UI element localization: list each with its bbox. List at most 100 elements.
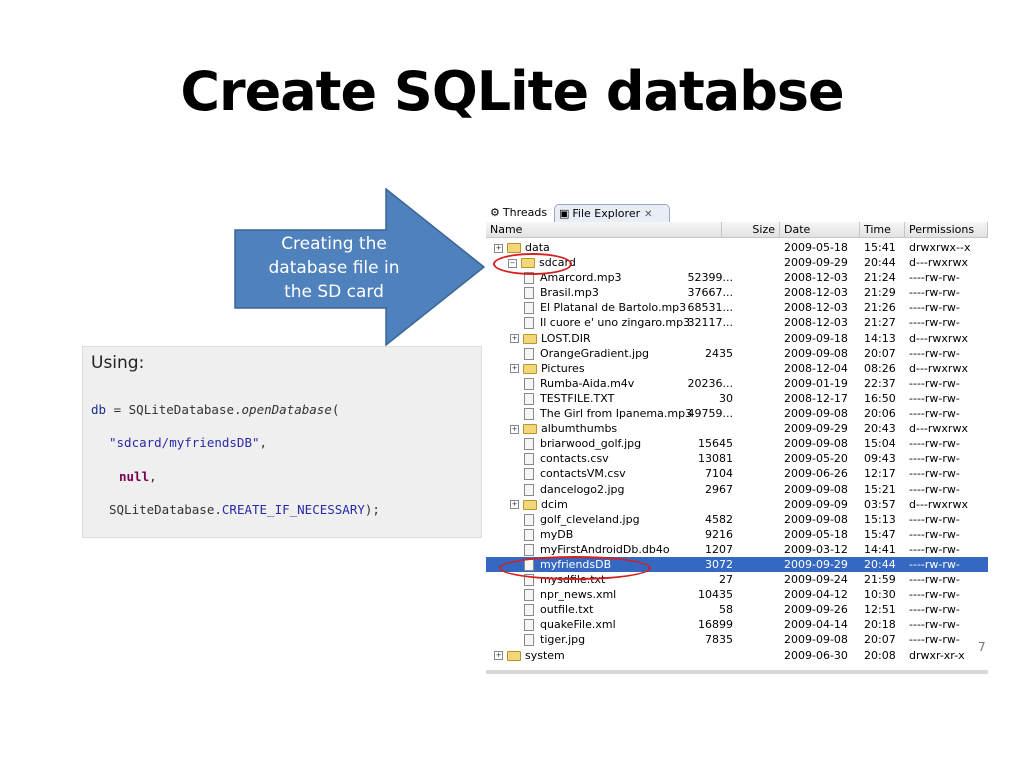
table-row[interactable]: outfile.txt 58 2009-09-26 12:51 ----rw-rw- xyxy=(486,602,988,617)
file-name: tiger.jpg xyxy=(540,633,586,647)
file-date: 2009-05-18 xyxy=(784,527,848,541)
table-row[interactable]: El Platanal de Bartolo.mp3 68531... 2008-1… xyxy=(486,300,988,315)
table-row[interactable]: Rumba-Aida.m4v 20236... 2009-01-19 22:37 ---… xyxy=(486,376,988,391)
expand-icon[interactable]: + xyxy=(510,364,519,374)
file-date: 2009-06-30 xyxy=(784,648,848,662)
file-name: contacts.csv xyxy=(540,452,609,466)
file-permissions: ----rw-rw- xyxy=(909,301,960,315)
file-date: 2009-04-12 xyxy=(784,588,848,602)
name-cell: El Platanal de Bartolo.mp3 xyxy=(524,300,686,315)
file-date: 2009-03-12 xyxy=(784,542,848,556)
file-size: 32117... xyxy=(687,316,733,330)
file-name: briarwood_golf.jpg xyxy=(540,437,642,451)
table-row[interactable]: myFirstAndroidDb.db4o 1207 2009-03-12 14:41… xyxy=(486,542,988,557)
file-permissions: ----rw-rw- xyxy=(909,618,960,632)
table-row[interactable]: npr_news.xml 10435 2009-04-12 10:30 ----rw-r… xyxy=(486,587,988,602)
file-icon xyxy=(524,513,534,526)
column-header-permissions[interactable]: Permissions xyxy=(905,222,988,238)
file-permissions: d---rwxrwx xyxy=(909,361,968,375)
file-size: 1207 xyxy=(705,542,733,556)
name-cell: quakeFile.xml xyxy=(524,617,616,632)
file-time: 21:27 xyxy=(864,316,896,330)
expand-icon[interactable]: + xyxy=(494,651,503,661)
file-date: 2009-05-18 xyxy=(784,241,848,254)
file-date: 2009-09-08 xyxy=(784,633,848,647)
expand-icon[interactable]: + xyxy=(494,243,503,253)
table-row[interactable]: myDB 9216 2009-05-18 15:47 ----rw-rw- xyxy=(486,527,988,542)
tab-threads[interactable]: ⚙ Threads xyxy=(490,204,547,222)
table-row[interactable]: The Girl from Ipanema.mp3 49759... 2009-09… xyxy=(486,406,988,421)
file-explorer-panel: ⚙ Threads ▣ File Explorer ✕ Name Size Date … xyxy=(486,202,988,674)
file-name: npr_news.xml xyxy=(540,588,617,602)
table-row[interactable]: quakeFile.xml 16899 2009-04-14 20:18 ----rw-… xyxy=(486,617,988,632)
file-time: 20:18 xyxy=(864,618,896,632)
file-permissions: ----rw-rw- xyxy=(909,316,960,330)
file-icon xyxy=(524,302,534,315)
table-row[interactable]: tiger.jpg 7835 2009-09-08 20:07 ----rw-rw- xyxy=(486,632,988,647)
tab-bar: ⚙ Threads ▣ File Explorer ✕ xyxy=(486,202,988,222)
column-header-date[interactable]: Date xyxy=(780,222,860,238)
file-permissions: ----rw-rw- xyxy=(909,286,960,300)
file-icon xyxy=(524,528,534,541)
table-row[interactable]: + dcim 2009-09-09 03:57 d---rwxrwx xyxy=(486,497,988,512)
table-row[interactable]: contacts.csv 13081 2009-05-20 09:43 ----rw-r… xyxy=(486,451,988,466)
table-row[interactable]: dancelogo2.jpg 2967 2009-09-08 15:21 ----rw-… xyxy=(486,482,988,497)
expand-icon[interactable]: + xyxy=(510,500,519,510)
file-icon xyxy=(524,377,534,390)
file-date: 2009-09-08 xyxy=(784,512,848,526)
table-row[interactable]: + system 2009-06-30 20:08 drwxr-xr-x xyxy=(486,648,988,663)
file-time: 20:07 xyxy=(864,346,896,360)
table-row[interactable]: contactsVM.csv 7104 2009-06-26 12:17 ----rw-… xyxy=(486,466,988,481)
tab-file-explorer[interactable]: ▣ File Explorer ✕ xyxy=(554,204,670,222)
file-date: 2009-09-18 xyxy=(784,331,848,345)
file-permissions: ----rw-rw- xyxy=(909,407,960,421)
file-date: 2009-09-29 xyxy=(784,422,848,436)
tab-file-explorer-label: File Explorer xyxy=(572,207,641,220)
close-icon[interactable]: ✕ xyxy=(644,209,652,220)
file-size: 30 xyxy=(719,391,733,405)
file-icon xyxy=(524,347,534,360)
name-cell: golf_cleveland.jpg xyxy=(524,512,640,527)
folder-icon xyxy=(523,424,537,435)
code-line-2: "sdcard/myfriendsDB", xyxy=(109,435,267,450)
file-size: 10435 xyxy=(698,588,733,602)
column-header-name[interactable]: Name xyxy=(486,222,722,238)
table-row[interactable]: TESTFILE.TXT 30 2008-12-17 16:50 ----rw-rw- xyxy=(486,391,988,406)
file-icon xyxy=(524,287,534,300)
file-name: golf_cleveland.jpg xyxy=(540,512,640,526)
column-header-time[interactable]: Time xyxy=(860,222,905,238)
table-row[interactable]: + albumthumbs 2009-09-29 20:43 d---rwxrwx xyxy=(486,421,988,436)
file-date: 2009-09-29 xyxy=(784,256,848,270)
table-row[interactable]: Brasil.mp3 37667... 2008-12-03 21:29 ----rw-… xyxy=(486,285,988,300)
table-row[interactable]: Amarcord.mp3 52399... 2008-12-03 21:24 ----r… xyxy=(486,270,988,285)
file-icon xyxy=(524,408,534,421)
file-date: 2009-09-09 xyxy=(784,497,848,511)
file-size: 2967 xyxy=(705,482,733,496)
column-header-size[interactable]: Size xyxy=(722,222,780,238)
table-row[interactable]: golf_cleveland.jpg 4582 2009-09-08 15:13 ---… xyxy=(486,512,988,527)
code-comma: , xyxy=(259,435,268,450)
file-name: system xyxy=(525,648,565,662)
table-row[interactable]: + Pictures 2008-12-04 08:26 d---rwxrwx xyxy=(486,361,988,376)
table-row[interactable]: Il cuore e' uno zingaro.mp3 32117... 2008-… xyxy=(486,315,988,330)
expand-icon[interactable]: + xyxy=(510,334,519,344)
file-size: 27 xyxy=(719,573,733,587)
file-icon xyxy=(524,634,534,647)
callout-line-2: database file in xyxy=(268,258,400,278)
file-icon xyxy=(524,483,534,496)
file-size: 7835 xyxy=(705,633,733,647)
file-permissions: ----rw-rw- xyxy=(909,573,960,587)
file-size: 15645 xyxy=(698,437,733,451)
table-row[interactable]: OrangeGradient.jpg 2435 2009-09-08 20:07 ---… xyxy=(486,346,988,361)
expand-icon[interactable]: + xyxy=(510,424,519,434)
file-time: 20:43 xyxy=(864,422,896,436)
file-date: 2009-09-08 xyxy=(784,437,848,451)
file-time: 15:04 xyxy=(864,437,896,451)
table-row[interactable]: briarwood_golf.jpg 15645 2009-09-08 15:04 --… xyxy=(486,436,988,451)
file-permissions: ----rw-rw- xyxy=(909,588,960,602)
table-row[interactable]: + data 2009-05-18 15:41 drwxrwx--x xyxy=(486,240,988,255)
callout-line-3: the SD card xyxy=(284,282,384,302)
file-time: 15:41 xyxy=(864,241,896,254)
table-row[interactable]: + LOST.DIR 2009-09-18 14:13 d---rwxrwx xyxy=(486,331,988,346)
code-paren: ( xyxy=(331,402,340,417)
